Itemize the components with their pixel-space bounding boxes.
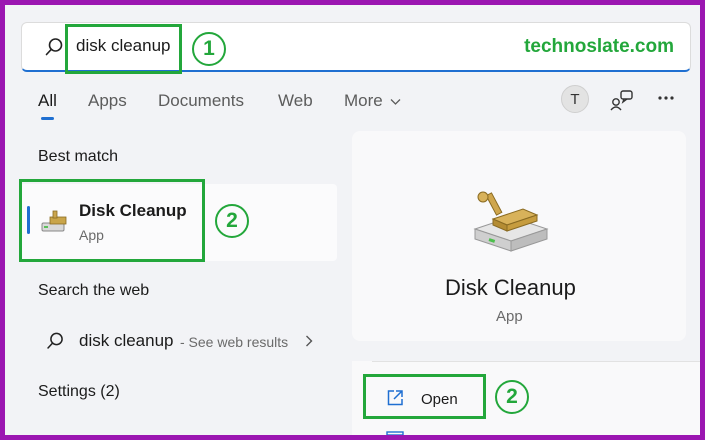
settings-heading: Settings (2) — [38, 383, 120, 400]
feedback-icon[interactable] — [610, 89, 634, 111]
web-search-result[interactable]: disk cleanup - See web results — [43, 327, 333, 357]
tab-more[interactable]: More — [344, 91, 401, 111]
tab-apps[interactable]: Apps — [88, 91, 127, 111]
more-options-icon[interactable] — [657, 95, 675, 101]
highlight-search-query — [65, 24, 182, 74]
web-result-suffix: - See web results — [180, 334, 289, 350]
search-icon — [45, 38, 63, 56]
best-match-heading: Best match — [38, 148, 119, 165]
callout-number-2-right: 2 — [495, 380, 529, 414]
panel-divider — [372, 361, 700, 362]
callout-number-2-left: 2 — [215, 204, 249, 238]
callout-number-1: 1 — [192, 32, 226, 66]
watermark-brand: technoslate.com — [524, 36, 674, 57]
partially-visible-action-text — [419, 435, 544, 440]
avatar[interactable]: T — [561, 85, 589, 113]
tab-web[interactable]: Web — [278, 91, 313, 111]
screenshot-frame: disk cleanup technoslate.com 1 All Apps … — [0, 0, 705, 440]
highlight-open-action — [363, 374, 486, 419]
web-result-query: disk cleanup — [79, 331, 174, 350]
highlight-best-match — [19, 179, 205, 262]
partially-visible-action-icon — [386, 431, 404, 435]
tab-more-label: More — [344, 91, 383, 110]
tab-all[interactable]: All — [38, 91, 57, 111]
disk-cleanup-large-icon — [473, 191, 549, 252]
active-tab-indicator — [41, 117, 54, 120]
search-web-heading: Search the web — [38, 282, 150, 299]
tab-documents[interactable]: Documents — [158, 91, 244, 111]
search-icon — [47, 332, 63, 349]
app-subtitle: App — [496, 308, 523, 325]
chevron-down-icon — [391, 99, 401, 105]
chevron-right-icon — [306, 335, 313, 347]
app-title: Disk Cleanup — [445, 275, 576, 300]
